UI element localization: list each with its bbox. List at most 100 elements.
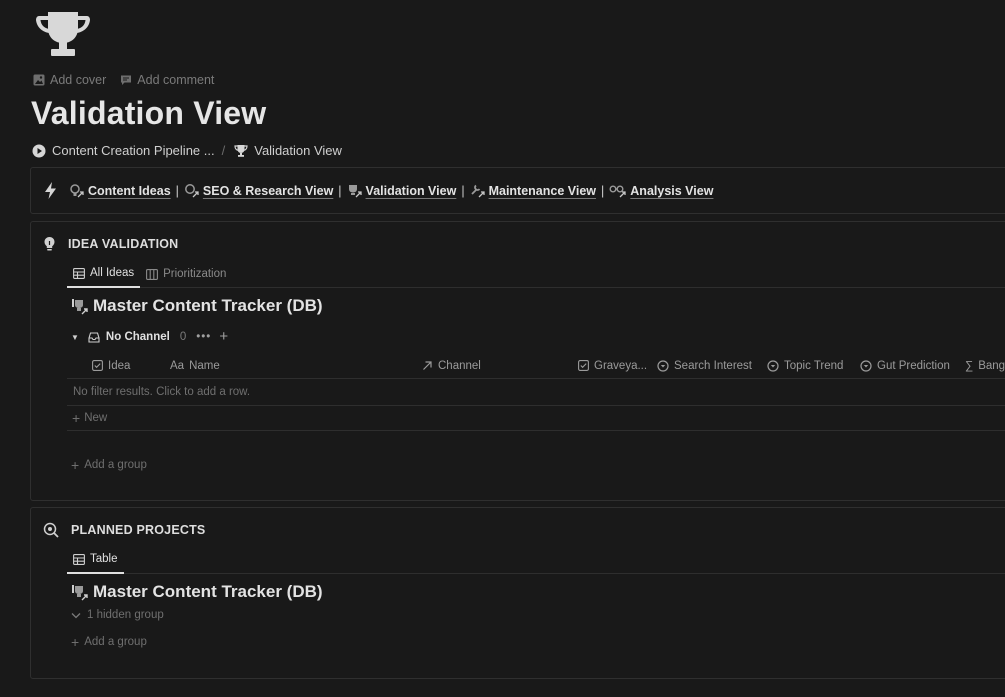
link-analysis-view[interactable]: Analysis View — [609, 183, 713, 199]
checkbox-icon — [92, 360, 103, 371]
add-group-button[interactable]: + Add a group — [71, 457, 147, 473]
table-header: Idea Aa Name Channel Graveya... Search I… — [67, 352, 1005, 379]
page-title[interactable]: Validation View — [31, 95, 266, 132]
column-topic-trend[interactable]: Topic Trend — [767, 352, 843, 379]
chevron-down-icon — [71, 612, 81, 619]
link-separator: | — [338, 183, 342, 198]
lightbulb-icon — [43, 236, 56, 252]
section-heading: PLANNED PROJECTS — [43, 522, 205, 538]
plus-icon: + — [72, 410, 81, 426]
breadcrumb-parent-label: Content Creation Pipeline ... — [52, 143, 215, 158]
trophy-icon[interactable] — [34, 8, 92, 58]
column-banger-label: Banger? — [978, 359, 1005, 372]
group-name-label: No Channel — [105, 331, 170, 343]
select-icon — [657, 359, 669, 372]
add-cover-label: Add cover — [50, 73, 107, 87]
select-icon — [767, 359, 779, 372]
text-type-icon: Aa — [170, 359, 185, 372]
column-search-interest[interactable]: Search Interest — [657, 352, 752, 379]
tab-prioritization[interactable]: Prioritization — [140, 260, 232, 288]
column-name-label: Name — [189, 359, 220, 372]
database-link-icon — [71, 297, 89, 315]
idea-validation-section: IDEA VALIDATION All Ideas Prioritization… — [30, 221, 1005, 501]
board-icon — [146, 268, 159, 280]
group-name[interactable]: No Channel — [88, 331, 170, 343]
link-maintenance-view[interactable]: Maintenance View — [470, 183, 596, 199]
add-comment-button[interactable]: Add comment — [120, 73, 214, 87]
add-group-button[interactable]: + Add a group — [71, 634, 147, 650]
glasses-link-icon — [609, 183, 627, 199]
group-add-icon[interactable]: + — [219, 329, 228, 344]
plus-icon: + — [71, 457, 80, 473]
plus-icon: + — [71, 634, 80, 650]
tab-all-ideas[interactable]: All Ideas — [67, 260, 141, 288]
select-icon — [860, 359, 872, 372]
breadcrumb: Content Creation Pipeline ... / Validati… — [32, 143, 342, 158]
search-link-icon — [184, 183, 200, 199]
hidden-group-label: 1 hidden group — [87, 609, 164, 621]
column-topic-trend-label: Topic Trend — [784, 359, 844, 372]
comment-icon — [120, 74, 132, 86]
nav-callout: Content Ideas | SEO & Research View | Va… — [30, 167, 1005, 214]
column-gut-prediction[interactable]: Gut Prediction — [860, 352, 950, 379]
view-tabs: Table — [67, 546, 1005, 574]
add-group-label: Add a group — [84, 636, 147, 648]
database-title[interactable]: Master Content Tracker (DB) — [71, 296, 323, 316]
wrench-link-icon — [470, 183, 486, 199]
link-maintenance-view-label: Maintenance View — [488, 183, 597, 198]
column-gut-prediction-label: Gut Prediction — [877, 359, 950, 372]
link-separator: | — [461, 183, 465, 198]
tab-all-ideas-label: All Ideas — [90, 267, 135, 279]
link-content-ideas[interactable]: Content Ideas — [69, 183, 171, 199]
link-validation-view[interactable]: Validation View — [347, 183, 457, 199]
group-header: ▼ No Channel 0 ••• + — [71, 329, 228, 344]
group-more-icon[interactable]: ••• — [196, 331, 211, 343]
breadcrumb-parent[interactable]: Content Creation Pipeline ... — [32, 143, 215, 158]
add-cover-button[interactable]: Add cover — [33, 73, 106, 87]
link-separator: | — [601, 183, 605, 198]
trophy-link-icon — [347, 183, 363, 199]
column-graveyard[interactable]: Graveya... — [578, 352, 647, 379]
tab-prioritization-label: Prioritization — [163, 268, 227, 280]
trophy-small-icon — [234, 144, 248, 157]
column-banger[interactable]: ∑ Banger? — [965, 352, 1005, 379]
nav-links: Content Ideas | SEO & Research View | Va… — [69, 183, 713, 199]
planned-projects-section: PLANNED PROJECTS Table Master Content Tr… — [30, 507, 1005, 679]
column-name[interactable]: Aa Name — [170, 352, 220, 379]
hidden-group-toggle[interactable]: 1 hidden group — [71, 609, 164, 621]
table-icon — [73, 267, 85, 279]
section-heading: IDEA VALIDATION — [43, 236, 178, 252]
idea-validation-heading: IDEA VALIDATION — [68, 237, 179, 251]
column-channel[interactable]: Channel — [422, 352, 481, 379]
planned-projects-heading: PLANNED PROJECTS — [71, 523, 206, 537]
link-content-ideas-label: Content Ideas — [88, 183, 171, 198]
checkbox-icon — [578, 360, 589, 371]
empty-results-row[interactable]: No filter results. Click to add a row. — [67, 379, 1005, 406]
link-seo-research[interactable]: SEO & Research View — [184, 183, 333, 199]
target-search-icon — [43, 522, 59, 538]
column-idea[interactable]: Idea — [92, 352, 130, 379]
view-tabs: All Ideas Prioritization — [67, 260, 1005, 288]
tab-table[interactable]: Table — [67, 546, 124, 574]
database-link-icon — [71, 583, 89, 601]
breadcrumb-current[interactable]: Validation View — [234, 143, 342, 158]
page-controls: Add cover Add comment — [33, 73, 214, 87]
add-comment-label: Add comment — [137, 73, 215, 87]
relation-arrow-icon — [422, 360, 433, 371]
link-separator: | — [175, 183, 179, 198]
new-row-label: New — [84, 412, 108, 424]
group-count: 0 — [179, 331, 187, 343]
inbox-icon — [88, 331, 100, 343]
lightning-icon — [44, 182, 57, 199]
link-seo-research-label: SEO & Research View — [202, 183, 334, 198]
breadcrumb-current-label: Validation View — [254, 143, 342, 158]
link-validation-view-label: Validation View — [365, 183, 457, 198]
collapse-caret-icon[interactable]: ▼ — [71, 333, 79, 342]
database-title[interactable]: Master Content Tracker (DB) — [71, 582, 323, 602]
new-row-button[interactable]: + New — [67, 406, 1005, 431]
idea-link-icon — [69, 183, 85, 199]
tab-table-label: Table — [90, 553, 118, 565]
add-group-label: Add a group — [84, 459, 147, 471]
column-channel-label: Channel — [438, 359, 481, 372]
database-title-label: Master Content Tracker (DB) — [93, 582, 323, 601]
